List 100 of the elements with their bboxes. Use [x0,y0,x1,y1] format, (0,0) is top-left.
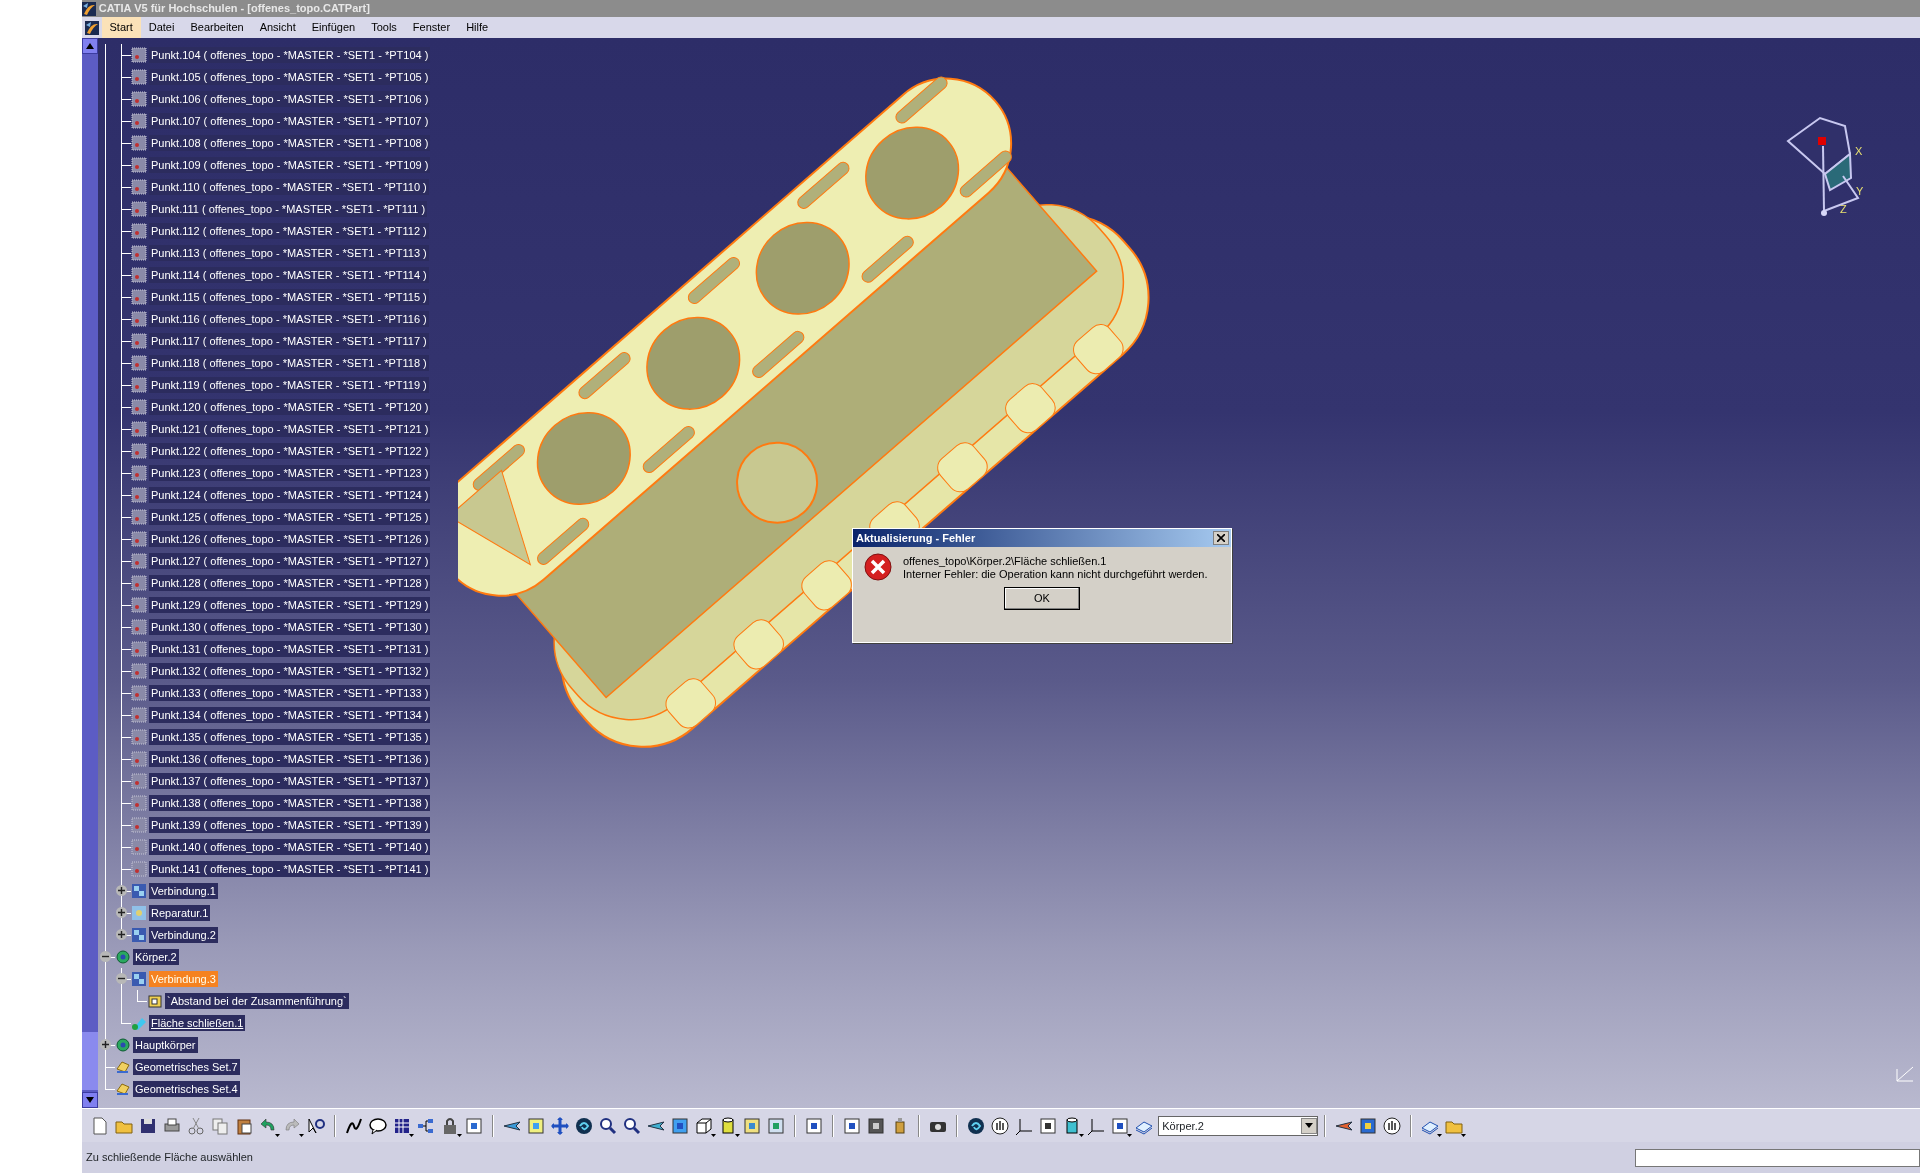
menu-item[interactable]: Bearbeiten [182,17,252,38]
error-message: Interner Fehler: die Operation kann nicht durchgeführt werden. [903,568,1208,582]
menu-item[interactable]: Fenster [404,17,459,38]
tree-item[interactable]: Punkt.115 ( offenes_topo - *MASTER - *SET1 - *PT115 ) [149,289,429,305]
tree-item[interactable]: Punkt.126 ( offenes_topo - *MASTER - *SET1 - *PT126 ) [149,531,431,547]
tree-item[interactable]: Punkt.130 ( offenes_topo - *MASTER - *SET1 - *PT130 ) [149,619,431,635]
tree-item[interactable]: Punkt.114 ( offenes_topo - *MASTER - *SET1 - *PT114 ) [149,267,429,283]
body-icon [115,949,131,965]
point-icon [131,487,147,503]
point-icon [131,223,147,239]
tree-item[interactable]: Punkt.124 ( offenes_topo - *MASTER - *SET1 - *PT124 ) [149,487,431,503]
point-icon [131,619,147,635]
tree-item[interactable]: Punkt.137 ( offenes_topo - *MASTER - *SET1 - *PT137 ) [149,773,431,789]
tree-item[interactable]: Punkt.127 ( offenes_topo - *MASTER - *SET1 - *PT127 ) [149,553,431,569]
expand-toggle[interactable] [100,1039,111,1050]
tree-item[interactable]: Punkt.107 ( offenes_topo - *MASTER - *SET1 - *PT107 ) [149,113,431,129]
tree-item[interactable]: Punkt.111 ( offenes_topo - *MASTER - *SET1 - *PT111 ) [149,201,428,217]
menu-item[interactable]: Einfügen [303,17,364,38]
tree-item[interactable]: Punkt.140 ( offenes_topo - *MASTER - *SET1 - *PT140 ) [149,839,431,855]
command-input-field[interactable] [1635,1148,1920,1167]
plus-icon [118,887,125,894]
repair-icon [131,905,147,921]
point-icon [131,641,147,657]
point-icon [131,245,147,261]
point-icon [131,685,147,701]
tree-item[interactable]: Punkt.138 ( offenes_topo - *MASTER - *SET1 - *PT138 ) [149,795,431,811]
menu-item[interactable]: Datei [140,17,183,38]
tree-item[interactable]: Punkt.110 ( offenes_topo - *MASTER - *SET1 - *PT110 ) [149,179,429,195]
tree-item[interactable]: Punkt.133 ( offenes_topo - *MASTER - *SET1 - *PT133 ) [149,685,431,701]
tree-item[interactable]: Fläche schließen.1 [149,1015,246,1031]
tree-item[interactable]: Punkt.108 ( offenes_topo - *MASTER - *SET1 - *PT108 ) [149,135,431,151]
tree-item[interactable]: Geometrisches Set.4 [133,1081,240,1097]
tree-item[interactable]: Punkt.128 ( offenes_topo - *MASTER - *SET1 - *PT128 ) [149,575,431,591]
tree-item[interactable]: Punkt.135 ( offenes_topo - *MASTER - *SET1 - *PT135 ) [149,729,431,745]
close-button[interactable] [1213,531,1229,545]
plus-icon [118,909,125,916]
join-icon [131,883,147,899]
expand-toggle[interactable] [116,973,127,984]
tree-item[interactable]: Reparatur.1 [149,905,211,921]
tree-item[interactable]: Punkt.136 ( offenes_topo - *MASTER - *SET1 - *PT136 ) [149,751,431,767]
point-icon [131,69,147,85]
tree-item[interactable]: Geometrisches Set.7 [133,1059,240,1075]
axis-triad-icon [1896,1066,1914,1082]
body-selector[interactable]: Körper.2 [1158,1115,1319,1136]
point-icon [131,773,147,789]
point-icon [131,355,147,371]
ok-button[interactable]: OK [1004,586,1080,610]
dialog-title: Aktualisierung - Fehler [856,531,976,546]
menu-item[interactable]: Ansicht [251,17,304,38]
tree-item[interactable]: Punkt.104 ( offenes_topo - *MASTER - *SET1 - *PT104 ) [149,47,431,63]
expand-toggle[interactable] [116,885,127,896]
expand-toggle[interactable] [116,907,127,918]
tree-item[interactable]: Punkt.109 ( offenes_topo - *MASTER - *SET1 - *PT109 ) [149,157,431,173]
scroll-down-button[interactable] [82,1092,98,1108]
tree-item[interactable]: `Abstand bei der Zusammenführung` [165,993,349,1009]
tree-item[interactable]: Punkt.134 ( offenes_topo - *MASTER - *SET1 - *PT134 ) [149,707,431,723]
tree-item[interactable]: Punkt.105 ( offenes_topo - *MASTER - *SET1 - *PT105 ) [149,69,431,85]
point-icon [131,333,147,349]
up-arrow-icon [86,43,94,49]
tree-item[interactable]: Verbindung.1 [149,883,218,899]
expand-toggle[interactable] [100,951,111,962]
tree-item[interactable]: Punkt.119 ( offenes_topo - *MASTER - *SET1 - *PT119 ) [149,377,429,393]
point-icon [131,531,147,547]
axis-label: X [1855,145,1863,157]
point-icon [131,575,147,591]
tree-item[interactable]: Punkt.131 ( offenes_topo - *MASTER - *SET1 - *PT131 ) [149,641,431,657]
point-icon [131,553,147,569]
tree-item[interactable]: Punkt.139 ( offenes_topo - *MASTER - *SET1 - *PT139 ) [149,817,431,833]
point-icon [131,113,147,129]
point-icon [131,421,147,437]
tree-item[interactable]: Punkt.123 ( offenes_topo - *MASTER - *SET1 - *PT123 ) [149,465,431,481]
point-icon [131,861,147,877]
scroll-thumb[interactable] [82,1032,98,1090]
tree-item[interactable]: Verbindung.2 [149,927,218,943]
tree-item[interactable]: Punkt.125 ( offenes_topo - *MASTER - *SET1 - *PT125 ) [149,509,431,525]
tree-item[interactable]: Punkt.120 ( offenes_topo - *MASTER - *SET1 - *PT120 ) [149,399,431,415]
scroll-up-button[interactable] [82,38,98,54]
down-arrow-icon [86,1097,94,1103]
tree-item[interactable]: Punkt.132 ( offenes_topo - *MASTER - *SET1 - *PT132 ) [149,663,431,679]
tree-item[interactable]: Punkt.141 ( offenes_topo - *MASTER - *SET1 - *PT141 ) [149,861,431,877]
tree-item[interactable]: Körper.2 [133,949,179,965]
tree-item[interactable]: Punkt.117 ( offenes_topo - *MASTER - *SET1 - *PT117 ) [149,333,429,349]
tree-item[interactable]: Punkt.122 ( offenes_topo - *MASTER - *SET1 - *PT122 ) [149,443,431,459]
tree-item[interactable]: Punkt.116 ( offenes_topo - *MASTER - *SET1 - *PT116 ) [149,311,429,327]
tree-item[interactable]: Punkt.129 ( offenes_topo - *MASTER - *SET1 - *PT129 ) [149,597,431,613]
point-icon [131,443,147,459]
menu-item[interactable]: Hilfe [458,17,497,38]
join-icon [131,971,147,987]
tree-item[interactable]: Punkt.121 ( offenes_topo - *MASTER - *SET1 - *PT121 ) [149,421,431,437]
tree-item[interactable]: Punkt.118 ( offenes_topo - *MASTER - *SET1 - *PT118 ) [149,355,429,371]
tree-item[interactable]: Punkt.106 ( offenes_topo - *MASTER - *SET1 - *PT106 ) [149,91,431,107]
expand-toggle[interactable] [116,929,127,940]
tree-item[interactable]: Punkt.112 ( offenes_topo - *MASTER - *SET1 - *PT112 ) [149,223,429,239]
tree-item[interactable]: Punkt.113 ( offenes_topo - *MASTER - *SET1 - *PT113 ) [149,245,429,261]
menu-item[interactable]: Tools [363,17,405,38]
point-icon [131,663,147,679]
scroll-bar[interactable] [82,38,98,1108]
tree-item[interactable]: Hauptkörper [133,1037,198,1053]
point-icon [131,201,147,217]
menu-item[interactable]: Start [101,17,141,38]
